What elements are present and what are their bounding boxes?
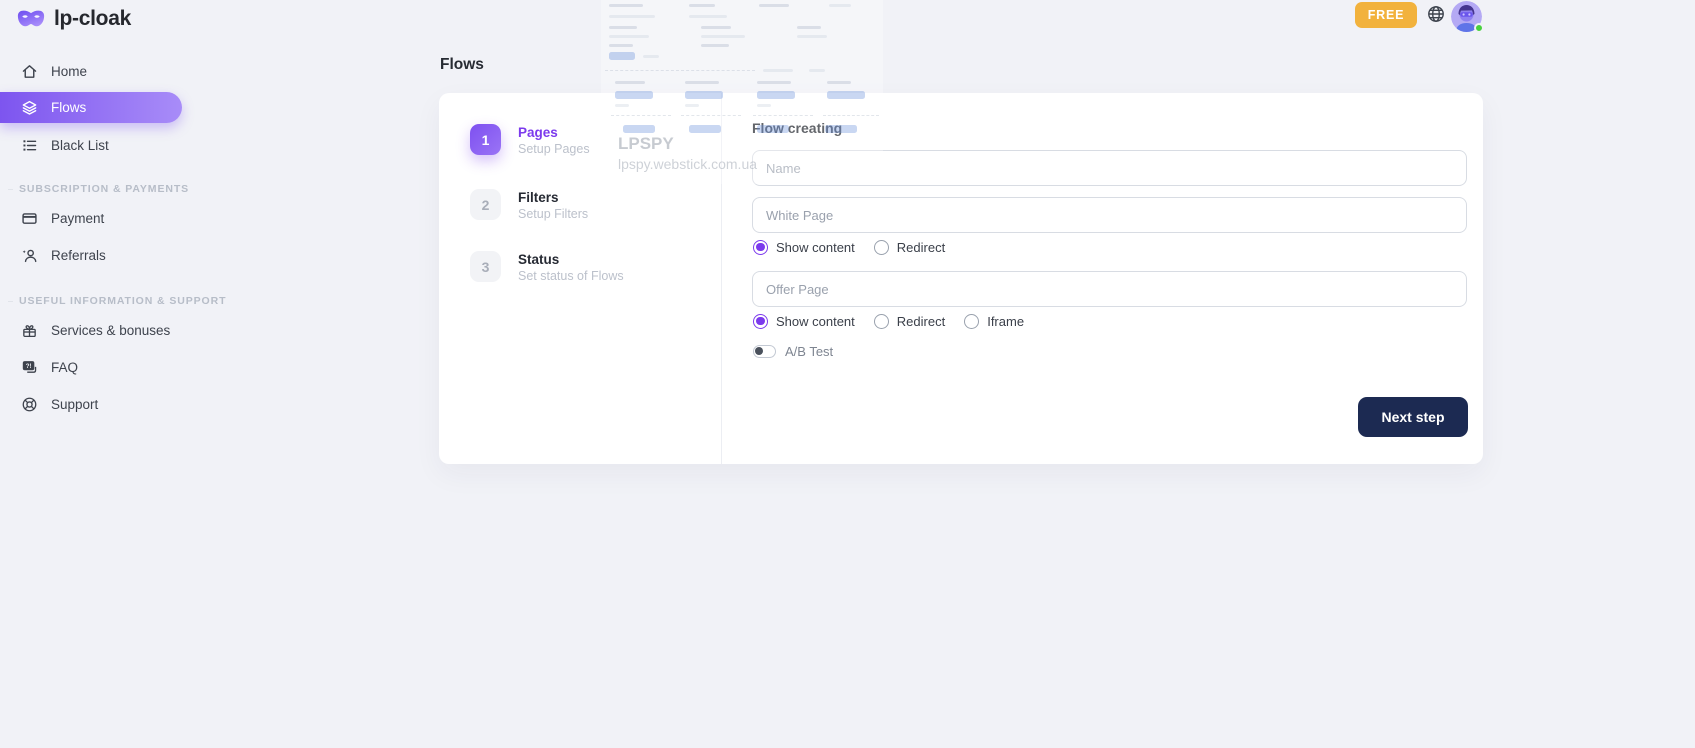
skeleton-bar bbox=[797, 35, 827, 38]
form-title: Flow creating bbox=[752, 120, 842, 136]
step-subtitle: Set status of Flows bbox=[518, 269, 624, 283]
offer-page-redirect-radio[interactable]: Redirect bbox=[874, 314, 945, 329]
flow-name-input[interactable] bbox=[752, 150, 1467, 186]
ab-test-toggle[interactable] bbox=[753, 345, 776, 358]
radio-icon bbox=[874, 314, 889, 329]
skeleton-bar bbox=[643, 55, 659, 58]
toggle-knob bbox=[755, 347, 763, 355]
skeleton-bar bbox=[701, 26, 731, 29]
card-divider bbox=[721, 93, 722, 464]
next-step-button[interactable]: Next step bbox=[1358, 397, 1468, 437]
skeleton-bar bbox=[701, 44, 729, 47]
step-title: Status bbox=[518, 251, 624, 267]
black-list-icon bbox=[21, 137, 38, 154]
sidebar-item-payment[interactable]: Payment bbox=[0, 200, 200, 237]
sidebar-item-label: Flows bbox=[51, 100, 86, 115]
stepper-step-filters[interactable]: 2 Filters Setup Filters bbox=[470, 189, 588, 221]
online-status-dot bbox=[1474, 23, 1484, 33]
skeleton-bar bbox=[827, 81, 851, 84]
offer-page-input[interactable] bbox=[752, 271, 1467, 307]
payment-icon bbox=[21, 210, 38, 227]
skeleton-bar bbox=[609, 26, 637, 29]
radio-icon bbox=[964, 314, 979, 329]
faq-icon: ?! bbox=[21, 359, 38, 376]
sidebar-item-black-list[interactable]: Black List bbox=[0, 128, 200, 162]
support-icon bbox=[21, 396, 38, 413]
brand-name: lp-cloak bbox=[54, 7, 131, 31]
flows-icon bbox=[21, 99, 38, 116]
skeleton-bar bbox=[689, 4, 715, 7]
svg-text:?!: ?! bbox=[26, 363, 32, 370]
sidebar-item-label: FAQ bbox=[51, 360, 78, 375]
sidebar-item-home[interactable]: Home bbox=[0, 54, 200, 88]
skeleton-bar bbox=[609, 35, 649, 38]
sidebar-item-label: Black List bbox=[51, 138, 109, 153]
skeleton-bar bbox=[609, 15, 655, 18]
skeleton-bar bbox=[609, 44, 633, 47]
page-title: Flows bbox=[440, 56, 484, 74]
gift-icon bbox=[21, 322, 38, 339]
plan-badge[interactable]: FREE bbox=[1355, 2, 1417, 28]
ab-test-toggle-row[interactable]: A/B Test bbox=[753, 344, 833, 359]
sidebar-item-faq[interactable]: ?! FAQ bbox=[0, 349, 200, 386]
sidebar-item-referrals[interactable]: Referrals bbox=[0, 237, 200, 274]
stepper-step-pages[interactable]: 1 Pages Setup Pages bbox=[470, 124, 590, 156]
white-page-redirect-radio[interactable]: Redirect bbox=[874, 240, 945, 255]
offer-page-mode-radios: Show content Redirect Iframe bbox=[753, 313, 1024, 329]
step-subtitle: Setup Filters bbox=[518, 207, 588, 221]
home-icon bbox=[21, 63, 38, 80]
sidebar-item-label: Payment bbox=[51, 211, 104, 226]
globe-icon bbox=[1427, 5, 1445, 23]
step-title: Pages bbox=[518, 124, 590, 140]
referrals-icon bbox=[21, 247, 38, 264]
language-globe-button[interactable] bbox=[1427, 5, 1445, 23]
sidebar-section-useful-info-support: USEFUL INFORMATION & SUPPORT bbox=[0, 295, 200, 307]
radio-icon bbox=[874, 240, 889, 255]
offer-page-show-content-radio[interactable]: Show content bbox=[753, 314, 855, 329]
sidebar-item-support[interactable]: Support bbox=[0, 386, 200, 423]
sidebar: Home Flows Black List SUBSCRIPTION & PAY… bbox=[0, 54, 200, 423]
skeleton-bar bbox=[809, 69, 825, 72]
step-number-badge: 3 bbox=[470, 251, 501, 282]
skeleton-bar bbox=[689, 15, 727, 18]
white-page-input[interactable] bbox=[752, 197, 1467, 233]
skeleton-bar bbox=[797, 26, 821, 29]
sidebar-item-label: Services & bonuses bbox=[51, 323, 170, 338]
flow-creation-card: 1 Pages Setup Pages 2 Filters Setup Filt… bbox=[439, 93, 1483, 464]
radio-icon bbox=[753, 240, 768, 255]
skeleton-bar bbox=[757, 81, 791, 84]
skeleton-pill bbox=[609, 52, 635, 60]
skeleton-bar bbox=[685, 81, 719, 84]
user-avatar[interactable] bbox=[1451, 1, 1482, 32]
sidebar-section-subscription-payments: SUBSCRIPTION & PAYMENTS bbox=[0, 183, 200, 195]
step-subtitle: Setup Pages bbox=[518, 142, 590, 156]
white-page-show-content-radio[interactable]: Show content bbox=[753, 240, 855, 255]
white-page-mode-radios: Show content Redirect bbox=[753, 239, 945, 255]
skeleton-bar bbox=[759, 4, 789, 7]
stepper-step-status[interactable]: 3 Status Set status of Flows bbox=[470, 251, 624, 283]
step-number-badge: 2 bbox=[470, 189, 501, 220]
skeleton-bar bbox=[829, 4, 851, 7]
offer-page-iframe-radio[interactable]: Iframe bbox=[964, 314, 1024, 329]
skeleton-bar bbox=[763, 69, 793, 72]
step-title: Filters bbox=[518, 189, 588, 205]
skeleton-bar bbox=[701, 35, 745, 38]
sidebar-item-services-bonuses[interactable]: Services & bonuses bbox=[0, 312, 200, 349]
sidebar-item-flows[interactable]: Flows bbox=[0, 92, 182, 123]
sidebar-item-label: Referrals bbox=[51, 248, 106, 263]
skeleton-bar bbox=[615, 81, 645, 84]
radio-icon bbox=[753, 314, 768, 329]
mask-logo-icon bbox=[16, 8, 46, 31]
sidebar-item-label: Support bbox=[51, 397, 98, 412]
ab-test-label: A/B Test bbox=[785, 344, 833, 359]
skeleton-divider bbox=[605, 70, 755, 71]
sidebar-item-label: Home bbox=[51, 64, 87, 79]
brand-logo[interactable]: lp-cloak bbox=[16, 7, 131, 31]
step-number-badge: 1 bbox=[470, 124, 501, 155]
skeleton-bar bbox=[609, 4, 643, 7]
